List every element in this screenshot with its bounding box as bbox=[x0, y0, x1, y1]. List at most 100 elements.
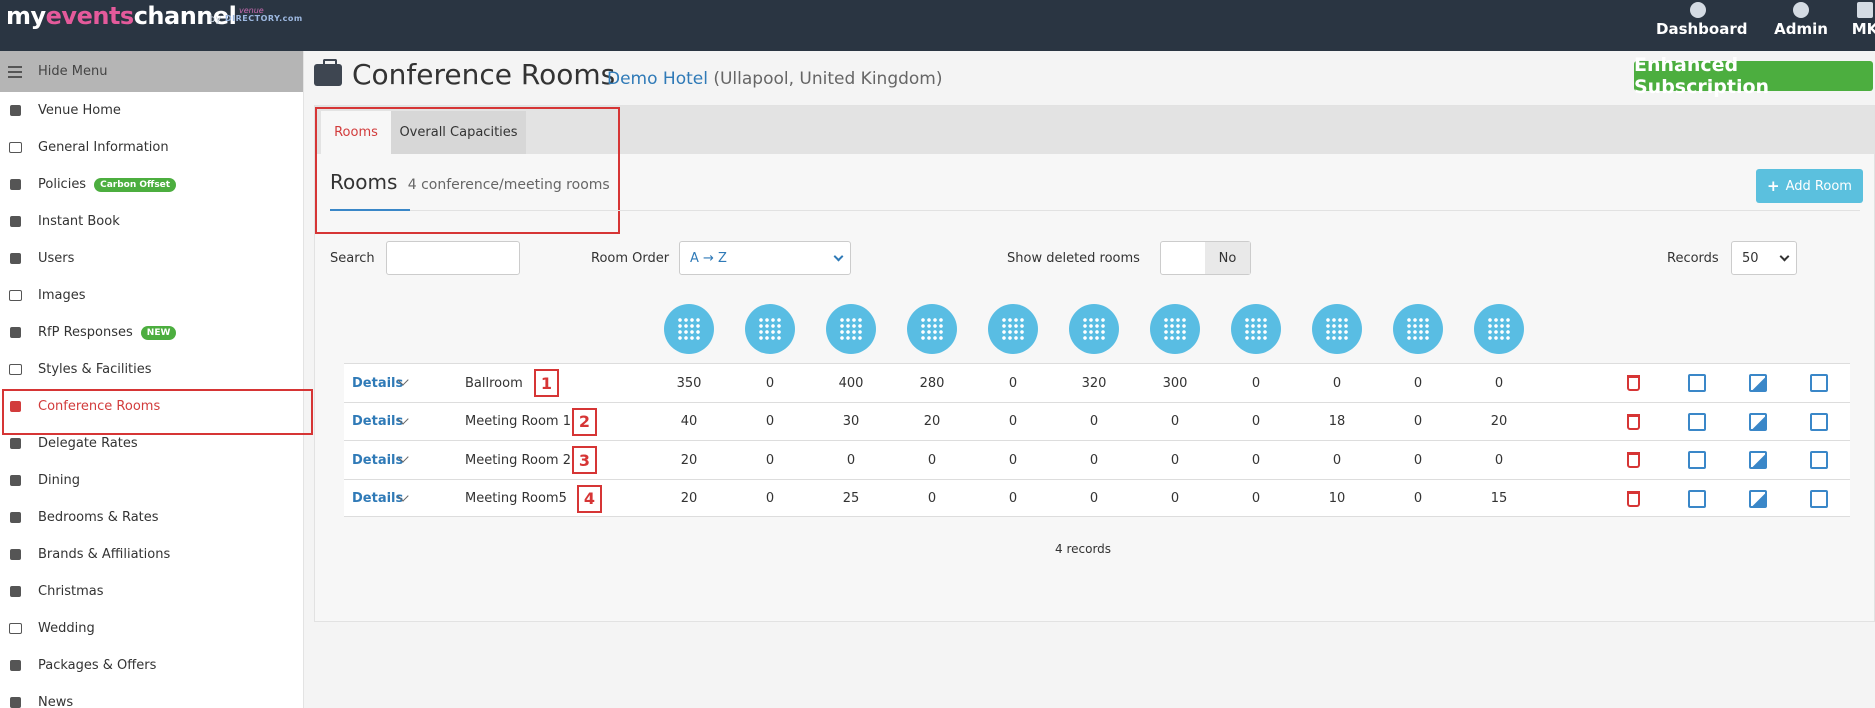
copy-icon[interactable] bbox=[1688, 374, 1706, 392]
row-number-marker: 4 bbox=[577, 484, 602, 513]
logo-directory: DIRECTORY.com bbox=[225, 14, 303, 23]
capacity-cell: 0 bbox=[1413, 452, 1423, 468]
sidebar-item-christmas[interactable]: Christmas bbox=[0, 573, 303, 610]
add-room-button[interactable]: + Add Room bbox=[1756, 169, 1863, 203]
row-number-marker: 3 bbox=[572, 446, 597, 474]
logo-text-events: events bbox=[45, 2, 135, 30]
delete-icon[interactable] bbox=[1627, 413, 1640, 430]
sidebar-item-label: Brands & Affiliations bbox=[38, 547, 171, 562]
capacity-cell: 20 bbox=[1490, 414, 1508, 429]
tree-icon bbox=[8, 585, 22, 599]
sidebar-item-conference-rooms[interactable]: Conference Rooms bbox=[0, 388, 313, 435]
edit-icon bbox=[8, 141, 22, 155]
nav-user-label: MK bbox=[1851, 20, 1875, 38]
capacity-cell: 30 bbox=[842, 414, 860, 429]
capacity-cell: 0 bbox=[765, 375, 775, 391]
delete-icon[interactable] bbox=[1627, 490, 1640, 507]
heart-icon bbox=[8, 622, 22, 636]
image-icon[interactable] bbox=[1749, 412, 1767, 431]
chevron-down-icon bbox=[1779, 251, 1790, 262]
edit-icon[interactable] bbox=[1810, 374, 1828, 392]
room-name: Meeting Room 2 bbox=[465, 452, 571, 468]
nav-user-menu[interactable]: MK bbox=[1850, 0, 1875, 51]
image-icon[interactable] bbox=[1749, 489, 1767, 508]
sidebar-item-bedrooms-rates[interactable]: Bedrooms & Rates bbox=[0, 499, 303, 536]
copy-icon[interactable] bbox=[1688, 412, 1706, 431]
sidebar-item-styles-facilities[interactable]: Styles & Facilities bbox=[0, 351, 303, 388]
toggle-value: No bbox=[1205, 242, 1250, 274]
nav-dashboard[interactable]: Dashboard bbox=[1656, 0, 1747, 51]
dashboard-icon bbox=[1690, 2, 1706, 18]
capacity-cell: 0 bbox=[765, 414, 775, 429]
chevron-down-icon bbox=[833, 251, 844, 262]
sidebar-item-instant-book[interactable]: Instant Book bbox=[0, 203, 303, 240]
room-name: Ballroom bbox=[465, 375, 523, 391]
nav-admin[interactable]: Admin bbox=[1771, 0, 1831, 51]
sidebar-item-users[interactable]: Users bbox=[0, 240, 303, 277]
hotel-name-link[interactable]: Demo Hotel bbox=[607, 69, 708, 89]
capacity-cell: 0 bbox=[1332, 452, 1342, 468]
hamburger-icon bbox=[8, 63, 22, 81]
hide-menu-button[interactable]: Hide Menu bbox=[0, 51, 303, 92]
capacity-cell: 40 bbox=[680, 414, 698, 429]
monitor-icon bbox=[8, 363, 22, 377]
book-icon bbox=[8, 548, 22, 562]
sidebar-item-brands-affiliations[interactable]: Brands & Affiliations bbox=[0, 536, 303, 573]
capacity-cell: 20 bbox=[923, 414, 941, 429]
room-name: Meeting Room 1 bbox=[465, 414, 571, 429]
copy-icon[interactable] bbox=[1688, 489, 1706, 508]
sidebar-item-images[interactable]: Images bbox=[0, 277, 303, 314]
top-navbar: myeventschannel by venue DIRECTORY.com D… bbox=[0, 0, 1875, 51]
sidebar-item-packages-offers[interactable]: Packages & Offers bbox=[0, 647, 303, 684]
sidebar-item-delegate-rates[interactable]: Delegate Rates bbox=[0, 425, 303, 462]
copy-icon[interactable] bbox=[1688, 451, 1706, 469]
capacity-cell: 0 bbox=[1089, 452, 1099, 468]
divider bbox=[410, 210, 1860, 211]
image-icon[interactable] bbox=[1749, 451, 1767, 469]
delete-icon[interactable] bbox=[1627, 452, 1640, 468]
capacity-cell: 0 bbox=[1008, 491, 1018, 506]
room-order-select[interactable]: A → Z bbox=[679, 241, 851, 275]
details-link[interactable]: Details bbox=[352, 441, 403, 479]
details-link[interactable]: Details bbox=[352, 364, 403, 402]
sidebar-item-dining[interactable]: Dining bbox=[0, 462, 303, 499]
sidebar-item-wedding[interactable]: Wedding bbox=[0, 610, 303, 647]
sidebar-item-rfp-responses[interactable]: RfP Responses NEW bbox=[0, 314, 303, 351]
capacity-cell: 0 bbox=[1413, 375, 1423, 391]
sidebar-item-policies[interactable]: Policies Carbon Offset bbox=[0, 166, 303, 203]
search-label: Search bbox=[330, 251, 375, 266]
edit-icon[interactable] bbox=[1810, 489, 1828, 508]
capacity-cell: 20 bbox=[680, 491, 698, 506]
section-heading-text: Rooms bbox=[330, 170, 398, 194]
search-input[interactable] bbox=[386, 241, 520, 275]
calculator-icon bbox=[8, 437, 22, 451]
details-link[interactable]: Details bbox=[352, 480, 403, 518]
capacity-cell: 300 bbox=[1162, 375, 1188, 391]
sidebar-item-news[interactable]: News bbox=[0, 684, 303, 708]
reception-layout-icon bbox=[826, 304, 876, 354]
records-label: Records bbox=[1667, 251, 1719, 266]
delete-icon[interactable] bbox=[1627, 375, 1640, 391]
capacity-cell: 0 bbox=[1413, 491, 1423, 506]
dinner-layout-icon bbox=[1231, 304, 1281, 354]
sidebar-item-general-information[interactable]: General Information bbox=[0, 129, 303, 166]
sidebar-item-label: News bbox=[38, 695, 74, 708]
edit-icon[interactable] bbox=[1810, 412, 1828, 431]
capacity-cell: 280 bbox=[919, 375, 945, 391]
capacity-cell: 400 bbox=[838, 375, 864, 391]
sidebar-badge: NEW bbox=[140, 325, 177, 340]
edit-icon[interactable] bbox=[1810, 451, 1828, 469]
records-per-page-select[interactable]: 50 bbox=[1731, 241, 1797, 275]
site-logo[interactable]: myeventschannel bbox=[6, 2, 237, 30]
hide-menu-label: Hide Menu bbox=[38, 64, 108, 79]
boardroom-tables-layout-icon bbox=[907, 304, 957, 354]
sidebar-item-venue-home[interactable]: Venue Home bbox=[0, 92, 303, 129]
capacity-cell: 0 bbox=[1332, 375, 1342, 391]
capacity-cell: 18 bbox=[1328, 414, 1346, 429]
sidebar-item-label: Dining bbox=[38, 473, 80, 488]
sidebar-item-label: RfP Responses bbox=[38, 325, 133, 340]
show-deleted-toggle[interactable]: No bbox=[1160, 241, 1251, 275]
details-link[interactable]: Details bbox=[352, 403, 403, 441]
nav-admin-label: Admin bbox=[1774, 20, 1828, 38]
image-icon[interactable] bbox=[1749, 374, 1767, 392]
